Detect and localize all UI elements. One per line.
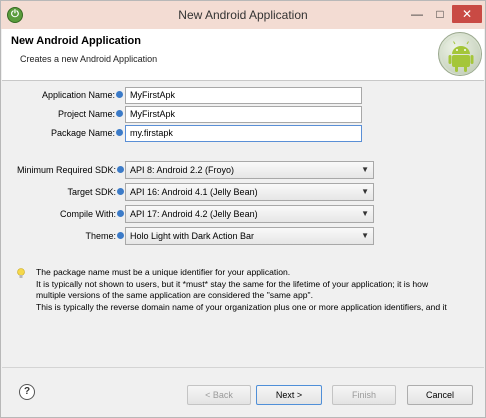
compile-with-label: Compile With:	[59, 209, 116, 219]
theme-select[interactable]: Holo Light with Dark Action Bar ▼	[125, 227, 374, 245]
wizard-title: New Android Application	[11, 35, 141, 47]
next-button[interactable]: Next >	[256, 385, 322, 405]
info-icon	[117, 210, 124, 217]
compile-with-value: API 17: Android 4.2 (Jelly Bean)	[130, 209, 258, 219]
target-sdk-value: API 16: Android 4.1 (Jelly Bean)	[130, 187, 258, 197]
info-icon	[116, 91, 123, 98]
chevron-down-icon: ▼	[361, 187, 369, 196]
project-name-label: Project Name:	[57, 109, 115, 119]
application-name-label: Application Name:	[41, 90, 115, 100]
help-line: It is typically not shown to users, but …	[36, 278, 429, 289]
minimize-button[interactable]: —	[406, 5, 428, 23]
help-line: This is typically the reverse domain nam…	[36, 301, 447, 312]
info-icon	[117, 166, 124, 173]
info-icon	[116, 110, 123, 117]
min-sdk-value: API 8: Android 2.2 (Froyo)	[130, 165, 235, 175]
footer-divider	[2, 367, 484, 368]
target-sdk-label: Target SDK:	[67, 187, 116, 197]
lightbulb-icon	[17, 268, 25, 278]
close-button[interactable]: ✕	[452, 5, 482, 23]
chevron-down-icon: ▼	[361, 209, 369, 218]
package-name-label: Package Name:	[50, 128, 115, 138]
back-button[interactable]: < Back	[187, 385, 251, 405]
android-logo-icon	[438, 32, 482, 76]
theme-value: Holo Light with Dark Action Bar	[130, 231, 255, 241]
info-icon	[117, 232, 124, 239]
title-bar[interactable]: ⏻ New Android Application — □ ✕	[1, 1, 485, 29]
chevron-down-icon: ▼	[361, 231, 369, 240]
wizard-subtitle: Creates a new Android Application	[20, 54, 158, 64]
info-icon	[116, 129, 123, 136]
wizard-header: New Android Application Creates a new An…	[2, 29, 484, 81]
help-line: multiple versions of the same applicatio…	[36, 290, 313, 300]
package-name-input[interactable]: my.firstapk	[125, 125, 362, 142]
application-name-input[interactable]: MyFirstApk	[125, 87, 362, 104]
maximize-button[interactable]: □	[429, 5, 451, 23]
cancel-button[interactable]: Cancel	[407, 385, 473, 405]
finish-button[interactable]: Finish	[332, 385, 396, 405]
min-sdk-label: Minimum Required SDK:	[16, 165, 116, 175]
chevron-down-icon: ▼	[361, 165, 369, 174]
help-icon[interactable]: ?	[19, 384, 35, 400]
theme-label: Theme:	[85, 231, 116, 241]
target-sdk-select[interactable]: API 16: Android 4.1 (Jelly Bean) ▼	[125, 183, 374, 201]
package-name-help-text: The package name must be a unique identi…	[36, 267, 478, 313]
project-name-input[interactable]: MyFirstApk	[125, 106, 362, 123]
info-icon	[117, 188, 124, 195]
min-sdk-select[interactable]: API 8: Android 2.2 (Froyo) ▼	[125, 161, 374, 179]
compile-with-select[interactable]: API 17: Android 4.2 (Jelly Bean) ▼	[125, 205, 374, 223]
help-line: The package name must be a unique identi…	[36, 267, 291, 277]
dialog-window: ⏻ New Android Application — □ ✕ New Andr…	[0, 0, 486, 418]
